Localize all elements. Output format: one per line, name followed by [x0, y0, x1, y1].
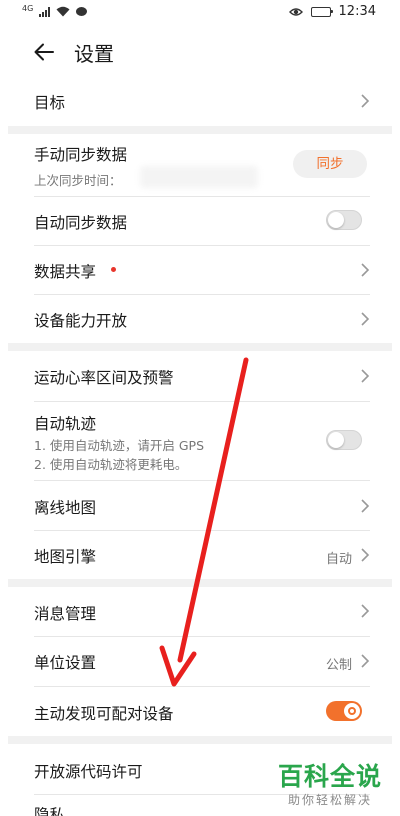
auto-track-note-1: 1. 使用自动轨迹，请开启 GPS — [34, 438, 205, 453]
row-auto-sync: 自动同步数据 — [0, 197, 400, 245]
row-goal[interactable]: 目标 — [0, 76, 400, 126]
row-auto-track: 自动轨迹 1. 使用自动轨迹，请开启 GPS 2. 使用自动轨迹将更耗电。 — [0, 402, 400, 480]
network-type: 4G — [22, 4, 34, 13]
row-label: 运动心率区间及预警 — [34, 369, 174, 387]
row-manual-sync: 手动同步数据 上次同步时间： 同步 — [0, 134, 400, 196]
battery-icon — [310, 6, 334, 17]
watermark-subtitle: 助你轻松解决 — [287, 793, 372, 807]
last-sync-time-label: 上次同步时间： — [34, 173, 122, 188]
row-label: 设备能力开放 — [34, 312, 128, 330]
row-offline-map[interactable]: 离线地图 — [0, 481, 400, 530]
row-label: 隐私 — [34, 806, 66, 816]
chevron-right-icon — [361, 499, 370, 513]
wifi-icon — [56, 6, 70, 17]
row-label: 消息管理 — [34, 605, 97, 623]
row-heart-rate[interactable]: 运动心率区间及预警 — [0, 351, 400, 401]
chevron-right-icon — [361, 312, 370, 326]
row-message-management[interactable]: 消息管理 — [0, 587, 400, 636]
chevron-right-icon — [361, 654, 370, 668]
back-arrow-icon[interactable] — [32, 40, 56, 64]
row-unit-settings[interactable]: 单位设置 公制 — [0, 637, 400, 686]
status-right: 12:34 — [288, 4, 376, 19]
row-label: 主动发现可配对设备 — [34, 705, 174, 723]
row-discover-devices: 主动发现可配对设备 — [0, 687, 400, 736]
page-title: 设置 — [74, 42, 114, 66]
page-header: 设置 — [0, 28, 400, 76]
new-badge-dot — [111, 267, 116, 272]
row-label: 开放源代码许可 — [34, 763, 143, 781]
status-bar: 4G 12:34 — [0, 0, 400, 28]
section-divider — [8, 579, 392, 587]
unit-settings-value: 公制 — [325, 658, 352, 673]
signal-icon — [39, 6, 51, 17]
auto-sync-toggle[interactable] — [326, 210, 362, 230]
auto-track-toggle[interactable] — [326, 430, 362, 450]
discover-devices-toggle[interactable] — [326, 701, 362, 721]
row-label: 目标 — [34, 94, 66, 112]
row-label: 手动同步数据 — [34, 146, 128, 164]
chevron-right-icon — [361, 263, 370, 277]
row-label: 地图引擎 — [34, 548, 97, 566]
row-label: 数据共享 — [34, 263, 97, 281]
section-divider — [8, 126, 392, 134]
row-label: 单位设置 — [34, 654, 97, 672]
row-label: 自动轨迹 — [34, 415, 97, 433]
row-data-share[interactable]: 数据共享 — [0, 246, 400, 294]
chevron-right-icon — [361, 604, 370, 618]
redacted-sync-time — [140, 166, 258, 188]
status-left: 4G — [22, 4, 88, 17]
eye-icon — [288, 7, 303, 16]
auto-track-note-2: 2. 使用自动轨迹将更耗电。 — [34, 457, 188, 472]
row-device-capability[interactable]: 设备能力开放 — [0, 295, 400, 343]
map-engine-value: 自动 — [325, 552, 352, 567]
chevron-right-icon — [361, 548, 370, 562]
section-divider — [8, 736, 392, 744]
row-label: 自动同步数据 — [34, 214, 128, 232]
chevron-right-icon — [361, 94, 370, 108]
watermark-logo: 百科全说 助你轻松解决 — [274, 762, 386, 808]
watermark-title: 百科全说 — [277, 762, 382, 791]
settings-screen: 4G 12:34 设置 目标 手动同步数据 上次同步时间： 同步 自动同步数据 … — [0, 0, 400, 816]
row-map-engine[interactable]: 地图引擎 自动 — [0, 531, 400, 579]
row-label: 离线地图 — [34, 499, 97, 517]
sync-button[interactable]: 同步 — [293, 150, 367, 178]
message-icon — [76, 7, 88, 16]
chevron-right-icon — [361, 369, 370, 383]
section-divider — [8, 343, 392, 351]
status-time: 12:34 — [338, 4, 376, 19]
